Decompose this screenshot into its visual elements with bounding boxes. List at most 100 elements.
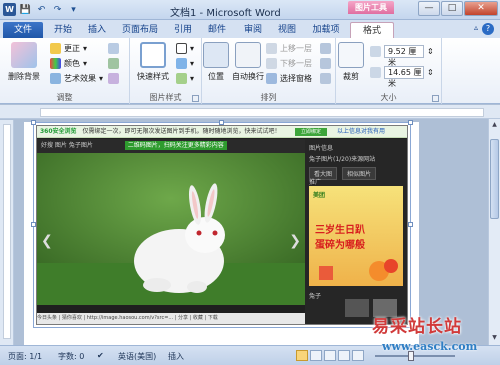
page-count[interactable]: 页面: 1/1 <box>8 351 42 362</box>
height-spinner-icon[interactable]: ⇕ <box>427 47 434 56</box>
picture-styles-launcher[interactable] <box>192 95 199 102</box>
position-button[interactable]: 位置 <box>202 42 230 82</box>
ad-tag-label: 推广 <box>309 179 322 186</box>
height-input[interactable]: 9.52 厘米 <box>384 45 424 67</box>
ribbon: 删除背景 更正▾ 颜色▾ 艺术效果▾ 调整 快速样式 ▾ ▾ ▾ 图片样式 <box>0 38 500 104</box>
tab-addins[interactable]: 加载项 <box>308 22 344 38</box>
outline-icon[interactable] <box>338 350 350 361</box>
scroll-up-icon[interactable]: ▲ <box>490 121 499 130</box>
group-size: 裁剪 9.52 厘米 ⇕ 14.65 厘米 ⇕ 大小 <box>336 38 442 104</box>
reset-picture-icon[interactable] <box>108 72 119 85</box>
bring-forward-button[interactable]: 上移一层 <box>266 42 312 55</box>
tab-review[interactable]: 审阅 <box>240 22 266 38</box>
prev-image-icon: ❮ <box>41 233 53 249</box>
horizontal-ruler[interactable] <box>0 105 500 119</box>
tab-home[interactable]: 开始 <box>50 22 76 38</box>
ribbon-minimize-icon[interactable]: ▵ <box>474 23 478 32</box>
send-backward-button[interactable]: 下移一层 <box>266 57 312 70</box>
compress-pictures-icon[interactable] <box>108 42 119 55</box>
zoom-slider[interactable] <box>375 355 455 357</box>
resize-handle-tr[interactable] <box>408 120 413 125</box>
wrap-text-button[interactable]: 自动换行 <box>230 42 266 82</box>
side-bottom-label: 兔子 <box>309 293 322 300</box>
notice-link: 以上信息对我有用 <box>337 128 386 135</box>
full-screen-reading-icon[interactable] <box>310 350 322 361</box>
insert-mode[interactable]: 插入 <box>168 351 184 362</box>
vertical-scrollbar[interactable]: ▲ ▼ <box>488 119 500 345</box>
crop-button[interactable]: 裁剪 <box>338 42 364 82</box>
proofing-icon[interactable]: ✔ <box>97 351 104 360</box>
picture-layout-icon[interactable]: ▾ <box>176 72 194 85</box>
width-input[interactable]: 14.65 厘米 <box>384 66 424 88</box>
tab-insert[interactable]: 插入 <box>84 22 110 38</box>
remove-background-icon <box>11 42 37 68</box>
picture-effects-icon[interactable]: ▾ <box>176 57 194 70</box>
web-layout-icon[interactable] <box>324 350 336 361</box>
view-buttons <box>296 350 364 361</box>
save-icon[interactable]: 💾 <box>19 3 32 16</box>
color-button[interactable]: 颜色 ▾ <box>50 57 87 70</box>
height-icon <box>370 46 381 57</box>
tab-format[interactable]: 格式 <box>350 22 394 38</box>
browser-bottom-bar: 今日头条 | 猜你喜欢 | http://image.haosou.com/v?… <box>37 313 305 324</box>
selection-pane-icon <box>266 73 277 84</box>
print-layout-icon[interactable] <box>296 350 308 361</box>
watermark-line-2: www.easck.com <box>382 340 478 353</box>
image-viewer-nav: 好搜 图片 兔子图片 二维码图片，扫码关注更多精彩内容 <box>37 139 305 153</box>
word-logo-icon[interactable]: W <box>3 3 16 16</box>
bring-forward-icon <box>266 43 277 54</box>
color-icon <box>50 58 61 69</box>
group-size-label: 大小 <box>380 93 397 102</box>
draft-icon[interactable] <box>352 350 364 361</box>
scroll-thumb[interactable] <box>490 139 499 219</box>
language[interactable]: 英语(美国) <box>118 351 156 362</box>
title-bar: W 💾 ↶ ↷ ▾ 文档1 - Microsoft Word 图片工具 — □ … <box>0 0 500 20</box>
browser-notice-bar: 360安全浏览 仅需绑定一次，即可无限次发送图片到手机，随时随地浏览，快来试试吧… <box>37 126 407 138</box>
remove-background-button[interactable]: 删除背景 <box>6 42 42 82</box>
ad-decoration <box>319 259 398 281</box>
width-icon <box>370 67 381 78</box>
vertical-ruler[interactable] <box>0 120 14 345</box>
tab-file[interactable]: 文件 <box>3 22 43 38</box>
size-launcher[interactable] <box>432 95 439 102</box>
corrections-button[interactable]: 更正 ▾ <box>50 42 87 55</box>
maximize-button[interactable]: □ <box>441 1 463 16</box>
group-arrange: 位置 自动换行 上移一层 下移一层 选择窗格 排列 <box>202 38 336 104</box>
quick-styles-icon <box>140 42 166 68</box>
close-button[interactable]: ✕ <box>464 1 498 16</box>
thumbnail-1 <box>345 299 369 317</box>
scroll-down-icon[interactable]: ▼ <box>490 334 499 343</box>
tab-page-layout[interactable]: 页面布局 <box>117 22 163 38</box>
height-control: 9.52 厘米 ⇕ <box>370 45 434 67</box>
tab-references[interactable]: 引用 <box>170 22 196 38</box>
minimize-button[interactable]: — <box>418 1 440 16</box>
width-spinner-icon[interactable]: ⇕ <box>427 68 434 77</box>
picture-border-icon[interactable]: ▾ <box>176 42 194 55</box>
inserted-picture[interactable]: 360安全浏览 仅需绑定一次，即可无限次发送图片到手机，随时随地浏览，快来试试吧… <box>36 125 408 325</box>
window-title: 文档1 - Microsoft Word <box>170 8 281 19</box>
tab-view[interactable]: 视图 <box>274 22 300 38</box>
customize-qat-icon[interactable]: ▾ <box>67 3 80 16</box>
resize-handle-r[interactable] <box>408 222 413 227</box>
birthday-ad: 美团 三岁生日趴 蛋碎为哪般 <box>309 186 403 286</box>
help-icon[interactable]: ? <box>482 23 494 35</box>
redo-icon[interactable]: ↷ <box>51 3 64 16</box>
send-backward-icon <box>266 58 277 69</box>
artistic-effects-button[interactable]: 艺术效果 ▾ <box>50 72 103 85</box>
rabbit-photo: ❮ ❯ <box>37 153 305 305</box>
picture-tools-label: 图片工具 <box>348 1 394 14</box>
selection-pane-button[interactable]: 选择窗格 <box>266 72 312 85</box>
rabbit-illustration <box>37 153 305 305</box>
side-title: 图片信息 <box>309 145 334 152</box>
undo-icon[interactable]: ↶ <box>35 3 48 16</box>
quick-styles-button[interactable]: 快速样式 <box>134 42 172 82</box>
watermark-line-1: 易采站长站 <box>372 317 462 337</box>
notice-text: 仅需绑定一次，即可无限次发送图片到手机，随时随地浏览，快来试试吧！ <box>82 128 281 135</box>
change-picture-icon[interactable] <box>108 57 119 70</box>
group-icon[interactable] <box>320 57 331 70</box>
tab-mailings[interactable]: 邮件 <box>204 22 230 38</box>
align-icon[interactable] <box>320 42 331 55</box>
qr-banner: 二维码图片，扫码关注更多精彩内容 <box>124 141 227 150</box>
word-count[interactable]: 字数: 0 <box>58 351 84 362</box>
rotate-icon[interactable] <box>320 72 331 85</box>
